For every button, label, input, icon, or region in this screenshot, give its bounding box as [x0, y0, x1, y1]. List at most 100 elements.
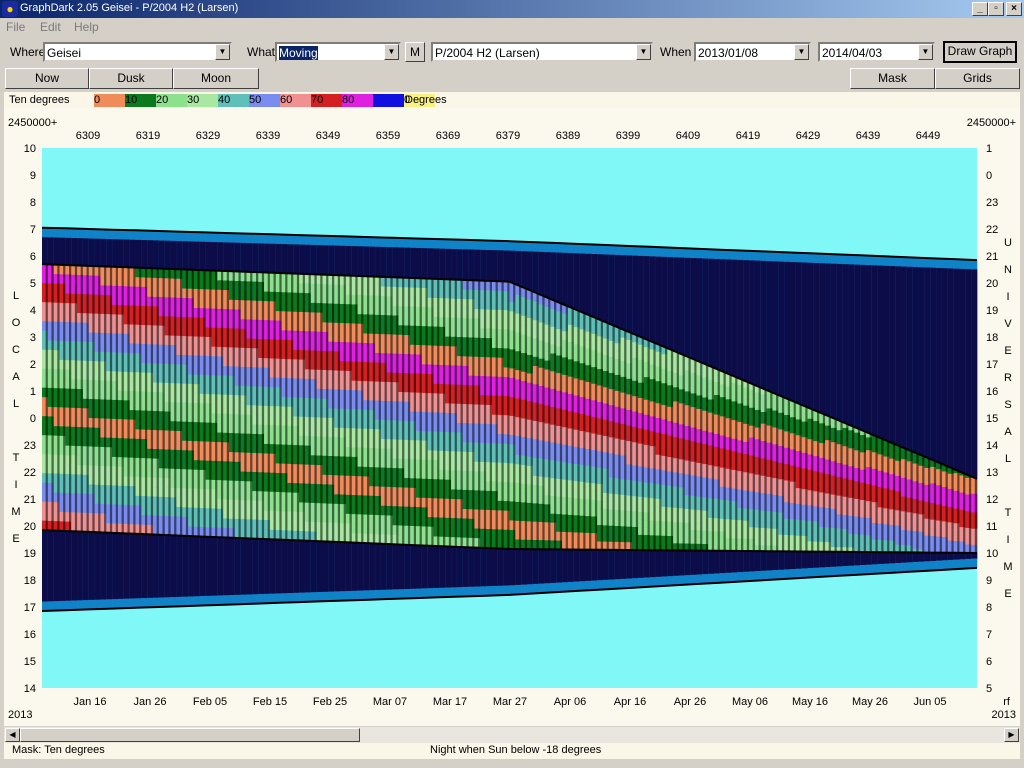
day-stripe [653, 342, 656, 551]
legend-swatch: 70 [311, 94, 342, 107]
window-title: GraphDark 2.05 Geisei - P/2004 H2 (Larse… [20, 2, 239, 14]
day-stripe [816, 410, 820, 552]
day-stripe [875, 435, 878, 553]
mask-button[interactable]: Mask [850, 68, 935, 89]
day-stripe [846, 423, 849, 552]
day-stripe [367, 276, 370, 544]
day-stripe [133, 267, 136, 534]
day-stripe [86, 265, 89, 532]
day-stripe [244, 271, 247, 539]
minimize-button[interactable]: _ [972, 2, 988, 16]
date-end-value: 2014/04/03 [822, 46, 883, 60]
day-stripe [565, 305, 568, 550]
day-stripe [822, 413, 826, 552]
day-stripe [629, 332, 633, 550]
object-select[interactable]: P/2004 H2 (Larsen) ▼ [431, 42, 653, 62]
day-stripe [583, 312, 586, 550]
day-stripe [939, 462, 942, 553]
day-stripe [478, 280, 481, 548]
day-stripe [741, 378, 744, 551]
moon-button[interactable]: Moon [173, 68, 259, 89]
day-stripe [700, 361, 703, 551]
day-stripe [928, 457, 931, 553]
close-button[interactable]: × [1006, 2, 1022, 16]
where-select[interactable]: Geisei ▼ [43, 42, 232, 62]
day-stripe [215, 270, 218, 538]
now-button[interactable]: Now [5, 68, 89, 89]
where-label: Where [10, 45, 46, 59]
day-stripe [711, 366, 715, 551]
chart-panel: 2450000+ 2450000+ 6309 6319 6329 6339 6349 6359… [4, 108, 1020, 726]
day-stripe [279, 272, 282, 540]
date-start-value: 2013/01/08 [698, 46, 759, 60]
day-stripe [267, 272, 270, 540]
day-stripe [518, 285, 522, 550]
day-stripe [811, 408, 814, 552]
day-stripe [63, 264, 66, 531]
where-value: Geisei [47, 46, 82, 60]
day-stripe [349, 275, 352, 543]
day-stripe [261, 272, 265, 539]
day-stripe [308, 274, 311, 541]
dropdown-arrow-icon[interactable]: ▼ [215, 44, 230, 60]
dropdown-arrow-icon[interactable]: ▼ [384, 44, 399, 60]
day-stripe [869, 433, 872, 553]
day-stripe [407, 277, 411, 545]
day-stripe [799, 403, 802, 552]
day-stripe [121, 267, 124, 534]
what-label: What [247, 45, 276, 59]
day-stripe [665, 346, 668, 551]
day-stripe [688, 356, 691, 551]
day-stripe [442, 279, 446, 547]
day-stripe [232, 271, 235, 538]
day-stripe [676, 351, 679, 551]
day-stripe [729, 374, 732, 551]
date-end-select[interactable]: 2014/04/03 ▼ [818, 42, 935, 62]
dusk-button[interactable]: Dusk [89, 68, 173, 89]
legend-swatch: 80 [342, 94, 373, 107]
day-stripe [793, 401, 796, 552]
day-stripe [881, 438, 884, 553]
dropdown-arrow-icon[interactable]: ▼ [636, 44, 651, 60]
menu-file[interactable]: File [6, 20, 25, 34]
menu-edit[interactable]: Edit [40, 20, 61, 34]
day-stripe [337, 275, 341, 542]
day-stripe [250, 271, 253, 539]
day-stripe [57, 264, 60, 531]
day-stripe [150, 268, 154, 535]
restore-button[interactable]: ▫ [988, 2, 1004, 16]
legend-swatch [373, 94, 404, 107]
menu-help[interactable]: Help [74, 20, 99, 34]
day-stripe [670, 349, 674, 551]
owl-icon[interactable]: ● [2, 1, 18, 17]
day-stripe [624, 329, 627, 550]
day-stripe [507, 281, 510, 549]
legend-swatch: 10 [125, 94, 156, 107]
grids-button[interactable]: Grids [935, 68, 1020, 89]
day-stripe [828, 415, 831, 552]
day-stripe [957, 470, 960, 553]
day-stripe [156, 268, 159, 535]
dropdown-arrow-icon[interactable]: ▼ [794, 44, 809, 60]
what-select[interactable]: Moving ▼ [275, 42, 401, 62]
day-stripe [834, 418, 837, 552]
what-value: Moving [279, 46, 318, 60]
title-bar: ● GraphDark 2.05 Geisei - P/2004 H2 (Lar… [0, 0, 1024, 18]
m-button[interactable]: M [405, 42, 425, 62]
draw-graph-button[interactable]: Draw Graph [943, 41, 1017, 63]
day-stripe [536, 292, 539, 550]
dropdown-arrow-icon[interactable]: ▼ [918, 44, 933, 60]
day-stripe [180, 269, 183, 536]
day-stripe [226, 271, 229, 538]
day-stripe [951, 467, 954, 553]
day-stripe [314, 274, 317, 542]
day-stripe [618, 327, 621, 550]
visibility-chart[interactable]: 2450000+ 2450000+6309 6319 6329 6339 6349 6359… [4, 108, 1020, 726]
day-stripe [168, 268, 171, 536]
legend-unit: Degrees [405, 94, 447, 106]
day-stripe [437, 278, 440, 546]
date-start-select[interactable]: 2013/01/08 ▼ [694, 42, 811, 62]
day-stripe [331, 274, 335, 542]
day-stripe [887, 440, 890, 553]
day-stripe [203, 270, 206, 537]
